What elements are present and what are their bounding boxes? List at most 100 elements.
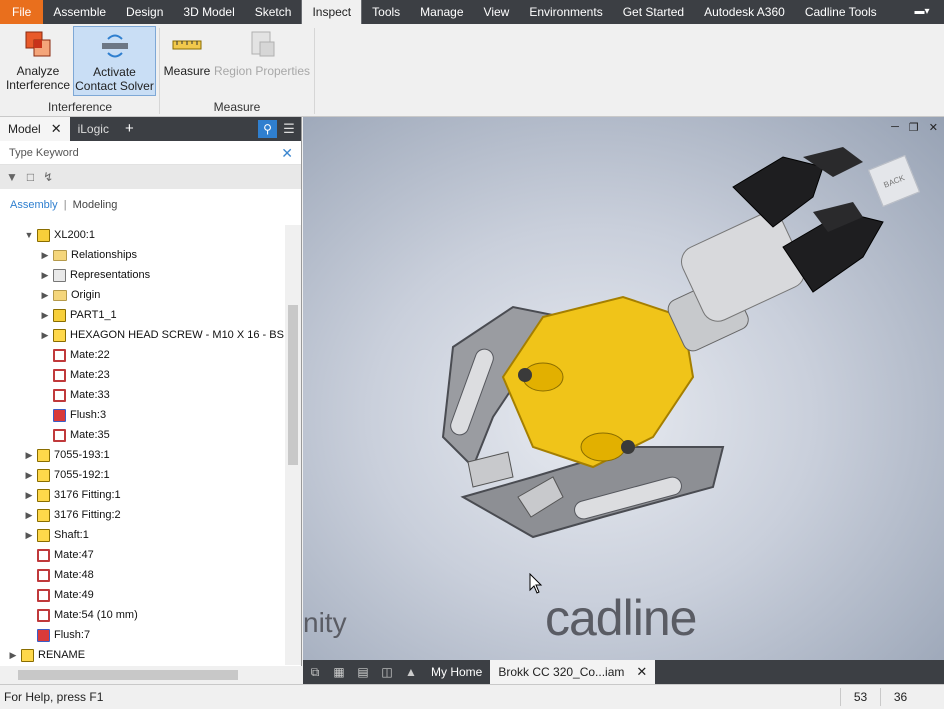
watermark-fragment: nity [303,607,347,638]
tree-row[interactable]: Flush:3 [40,405,106,425]
add-tab-button[interactable]: + [117,117,142,141]
tile-windows-icon[interactable]: ▦ [327,660,351,684]
tree-row-label: XL200:1 [54,229,95,241]
search-icon[interactable]: ⚲ [258,120,277,138]
mate-icon [53,388,66,402]
region-properties-icon [251,31,275,57]
tree-row-label: Mate:47 [54,549,94,561]
crusher-jaw-model[interactable] [303,117,944,660]
tree-row[interactable]: ▶ 3176 Fitting:1 [24,485,121,505]
tree-row-label: RENAME [38,649,86,661]
tree-row-label: HEXAGON HEAD SCREW - M10 X 16 - BS 369 [70,329,284,341]
tree-row[interactable]: ▶ Representations [40,265,150,285]
tab-view[interactable]: View [474,0,520,24]
tree-row[interactable]: ▶ 3176 Fitting:2 [24,505,121,525]
tab-my-home[interactable]: My Home [423,660,490,684]
tile-horizontal-icon[interactable]: ▤ [351,660,375,684]
tab-autodesk-a360[interactable]: Autodesk A360 [694,0,795,24]
filter-icon[interactable]: ▼ [6,170,18,184]
tree-row[interactable]: ▶ Shaft:1 [24,525,89,545]
tree-row[interactable]: ▼ XL200:1 [24,225,95,245]
view-modeling-link[interactable]: Modeling [73,199,118,211]
status-help-text: For Help, press F1 [4,690,104,704]
tab-ilogic[interactable]: iLogic [70,117,117,141]
analyze-interference-line1: Analyze [16,64,60,78]
tree-row[interactable]: Mate:54 (10 mm) [24,605,138,625]
tab-manage[interactable]: Manage [410,0,473,24]
tree-row-label: Shaft:1 [54,529,89,541]
browser-vertical-scrollbar[interactable] [285,225,301,665]
tree-row[interactable]: ▶ 7055-192:1 [24,465,110,485]
folder-icon [53,249,67,261]
tree-row[interactable]: Mate:33 [40,385,110,405]
scroll-thumb[interactable] [18,670,238,680]
tab-inspect[interactable]: Inspect [301,0,363,24]
tree-row[interactable]: Mate:49 [24,585,94,605]
tab-cadline-tools[interactable]: Cadline Tools [795,0,887,24]
expand-toggle-icon[interactable]: ▶ [24,450,34,461]
hamburger-menu-icon[interactable]: ☰ [281,120,297,138]
search-input[interactable]: Type Keyword ✕ [0,141,301,165]
analyze-interference-button[interactable]: Analyze Interference [4,26,72,96]
expand-toggle-icon[interactable]: ▶ [40,250,50,261]
region-properties-button[interactable]: Region Properties [213,26,311,96]
view-separator: | [63,199,67,211]
tab-list-icon[interactable]: ▲ [399,660,423,684]
tab-file[interactable]: File [0,0,44,24]
tab-get-started[interactable]: Get Started [613,0,694,24]
tree-row[interactable]: ▶ Relationships [40,245,138,265]
expand-toggle-icon[interactable]: ▶ [24,490,34,501]
expand-toggle-icon[interactable]: ▼ [24,230,34,240]
tab-model[interactable]: Model ✕ [0,117,70,141]
view-assembly-link[interactable]: Assembly [10,199,58,211]
expand-toggle-icon[interactable]: ▶ [24,510,34,521]
tile-vertical-icon[interactable]: ◫ [375,660,399,684]
tree-row[interactable]: ▶ RENAME [8,645,85,665]
tree-row[interactable]: ▶ PART1_1 [40,305,117,325]
tree-row-label: Mate:33 [70,389,110,401]
tree-row-label: Flush:7 [54,629,91,641]
tree-row-label: Mate:49 [54,589,94,601]
expand-toggle-icon[interactable]: ▶ [8,650,18,661]
tab-tools[interactable]: Tools [362,0,410,24]
tab-environments[interactable]: Environments [519,0,612,24]
tree-row[interactable]: Mate:22 [40,345,110,365]
tree-row[interactable]: ▶ Origin [40,285,101,305]
cadline-watermark: cadline [545,590,697,646]
tree-row[interactable]: Mate:48 [24,565,94,585]
expand-toggle-icon[interactable]: ▶ [40,270,50,281]
expand-toggle-icon[interactable]: ▶ [24,470,34,481]
tree-row[interactable]: Mate:35 [40,425,110,445]
tree-row[interactable]: Flush:7 [24,625,90,645]
lightning-icon[interactable]: ↯ [43,170,53,184]
tree-row[interactable]: Mate:47 [24,545,94,565]
browser-horizontal-scrollbar[interactable] [0,666,302,684]
activate-contact-solver-button[interactable]: Activate Contact Solver [73,26,156,96]
measure-button[interactable]: Measure [162,26,212,96]
scroll-thumb[interactable] [288,305,298,465]
close-icon[interactable]: ✕ [51,117,62,141]
tab-sketch[interactable]: Sketch [245,0,302,24]
graphics-viewport[interactable]: ─ ❐ ✕ BACK nity cadline [303,117,944,660]
assembly-tree: ▼ XL200:1 ▶ Relationships ▶ Representations ▶ O… [0,225,284,665]
mate-icon [37,588,50,602]
tab-3d-model[interactable]: 3D Model [173,0,244,24]
tree-row[interactable]: ▶ HEXAGON HEAD SCREW - M10 X 16 - BS 369 [40,325,284,345]
expand-toggle-icon[interactable]: ▶ [40,330,50,341]
cascade-windows-icon[interactable]: ⧉ [303,660,327,684]
help-icon[interactable]: □ [27,170,34,184]
mate-icon [53,368,66,382]
expand-toggle-icon[interactable]: ▶ [40,290,50,301]
expand-toggle-icon[interactable]: ▶ [24,530,34,541]
ribbon-tab-bar: File Assemble Design 3D Model Sketch Ins… [0,0,944,24]
tab-assemble[interactable]: Assemble [43,0,116,24]
tree-row-label: Mate:54 (10 mm) [54,609,138,621]
close-icon[interactable]: ✕ [636,660,647,684]
tab-design[interactable]: Design [116,0,173,24]
tree-row[interactable]: Mate:23 [40,365,110,385]
clear-search-icon[interactable]: ✕ [281,145,293,162]
tree-row[interactable]: ▶ 7055-193:1 [24,445,110,465]
tab-active-document[interactable]: Brokk CC 320_Co...iam ✕ [490,660,656,684]
ribbon-options-icon[interactable]: ▬▾ [908,4,936,20]
expand-toggle-icon[interactable]: ▶ [40,310,50,321]
